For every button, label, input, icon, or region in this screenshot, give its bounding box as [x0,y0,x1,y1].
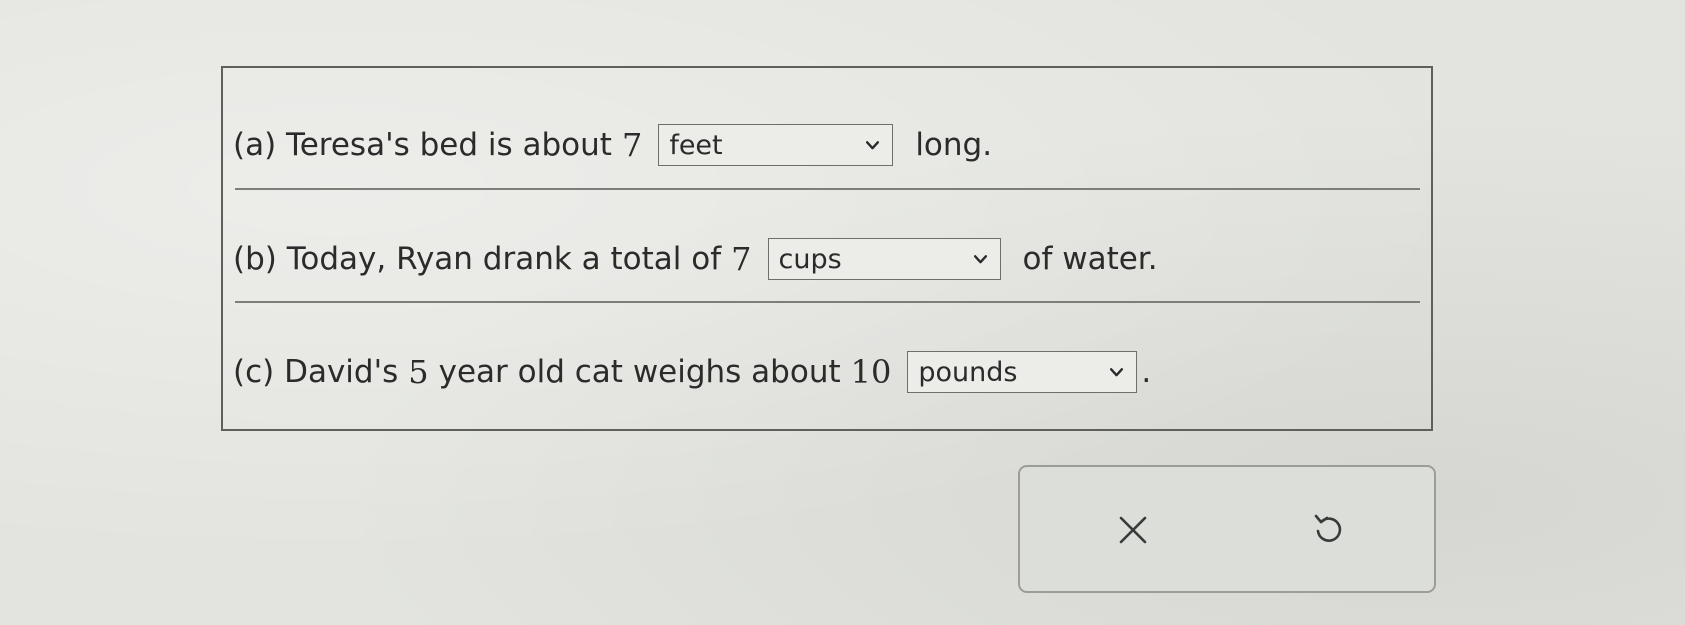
unit-select-value: cups [778,243,842,275]
question-number: 5 [408,353,429,391]
chevron-down-icon [973,254,987,263]
question-label: (c) [233,354,275,390]
unit-select-b[interactable]: cups [767,238,1001,280]
question-label: (b) [233,241,277,277]
clear-button[interactable] [1108,505,1158,555]
chevron-down-icon [1110,367,1124,376]
undo-icon [1314,514,1342,542]
unit-select-value: feet [669,129,723,161]
question-text: Teresa's bed is about [286,127,612,163]
action-panel [1018,465,1436,593]
unit-select-value: pounds [918,356,1018,388]
divider [235,188,1420,190]
question-text-end: . [1141,354,1152,390]
question-text-end: long. [915,127,993,163]
question-number: 7 [731,240,752,278]
question-text-end: of water. [1022,241,1158,277]
question-row-c: (c) David's 5 year old cat weighs about … [233,351,1151,393]
question-number: 10 [850,353,892,391]
chevron-down-icon [866,140,880,149]
undo-button[interactable] [1303,505,1353,555]
unit-select-c[interactable]: pounds [907,351,1138,393]
question-label: (a) [233,127,277,163]
question-text: David's [284,354,399,390]
unit-select-a[interactable]: feet [658,124,894,166]
question-row-a: (a) Teresa's bed is about 7 feet long. [233,124,992,166]
divider [235,301,1420,303]
question-number: 7 [621,126,643,164]
question-text: Today, Ryan drank a total of [286,241,722,277]
question-box: (a) Teresa's bed is about 7 feet long. (… [221,66,1433,431]
question-row-b: (b) Today, Ryan drank a total of 7 cups … [233,238,1158,280]
question-text: year old cat weighs about [438,354,841,390]
x-icon [1119,516,1147,544]
